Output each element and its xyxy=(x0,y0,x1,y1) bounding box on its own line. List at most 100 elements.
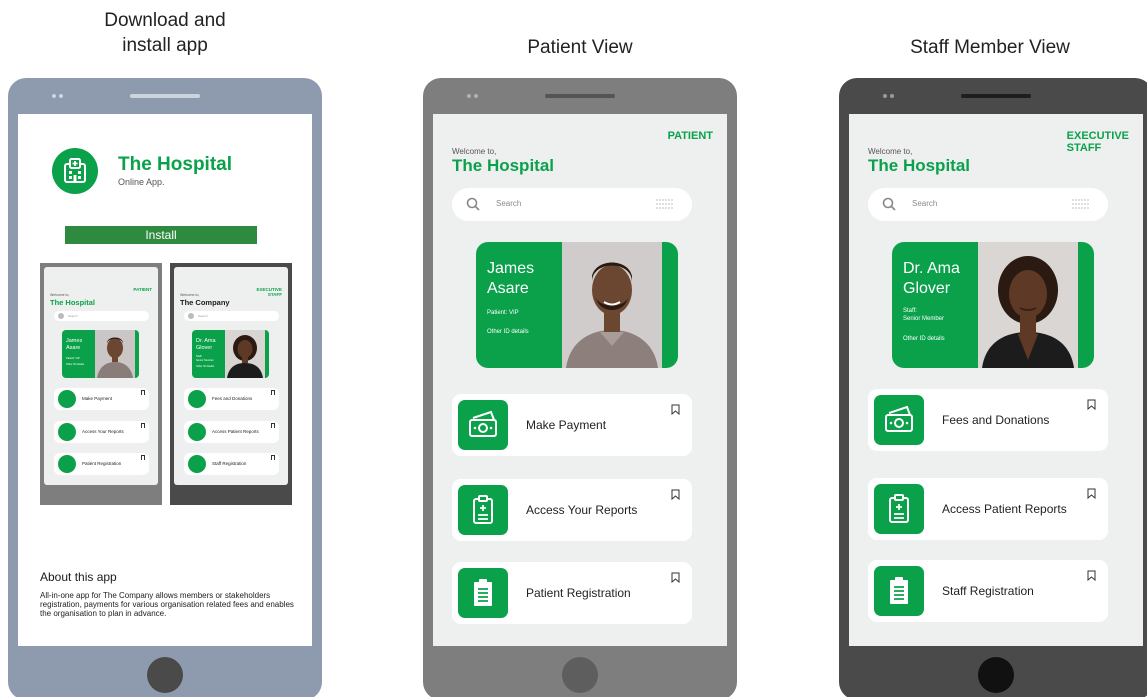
preview-tile: Staff Registration xyxy=(184,453,279,475)
preview-tile: Access Your Reports xyxy=(54,421,149,443)
caption-line-2: install app xyxy=(122,35,208,56)
phone-patient: PATIENT Welcome to, The Hospital Search … xyxy=(423,78,737,697)
preview-title: The Hospital xyxy=(50,298,96,307)
preview-card-name: James Asare xyxy=(66,338,83,351)
bookmark-icon[interactable] xyxy=(1087,570,1096,581)
preview-welcome: Welcome to, xyxy=(50,293,70,297)
patient-id-card[interactable]: James Asare Patient: VIP Other ID details xyxy=(476,242,678,368)
bookmark-icon[interactable] xyxy=(671,572,680,583)
tile-label: Access Patient Reports xyxy=(942,502,1067,516)
staff-photo xyxy=(225,330,265,378)
welcome-text: Welcome to, xyxy=(452,147,497,156)
patient-screen: PATIENT Welcome to, The Hospital Search … xyxy=(433,114,727,646)
phone-top-bar xyxy=(8,78,322,114)
preview-id-card: Dr. Ama Glover Staff: Senior Member Other… xyxy=(192,330,269,378)
preview-screen: PATIENT Welcome to, The Hospital Search … xyxy=(44,267,158,485)
home-button[interactable] xyxy=(562,657,598,693)
staff-registration-tile[interactable]: Staff Registration xyxy=(868,560,1108,622)
camera-dots xyxy=(467,94,478,98)
caption-staff-member-view: Staff Member View xyxy=(910,37,1070,58)
preview-screen: EXECUTIVE STAFF Welcome to, The Company S… xyxy=(174,267,288,485)
preview-welcome: Welcome to, xyxy=(180,293,200,297)
home-button[interactable] xyxy=(978,657,1014,693)
phone-top-bar xyxy=(423,78,737,114)
preview-card-meta: Staff: xyxy=(196,355,203,358)
hospital-logo-icon xyxy=(52,148,98,194)
phone-staff: EXECUTIVE STAFF Welcome to, The Hospital … xyxy=(839,78,1147,697)
filter-icon[interactable] xyxy=(656,199,674,209)
access-patient-reports-tile[interactable]: Access Patient Reports xyxy=(868,478,1108,540)
preview-tile: Make Payment xyxy=(54,388,149,410)
bookmark-icon[interactable] xyxy=(1087,488,1096,499)
home-button[interactable] xyxy=(147,657,183,693)
speaker-slot xyxy=(130,94,200,98)
registration-form-icon xyxy=(458,568,508,618)
access-reports-tile[interactable]: Access Your Reports xyxy=(452,479,692,541)
preview-id-card: James Asare Patient: VIP Other ID details xyxy=(62,330,139,378)
preview-search-placeholder: Search xyxy=(198,314,208,318)
search-bar[interactable]: Search xyxy=(452,188,692,221)
preview-screenshot-staff[interactable]: EXECUTIVE STAFF Welcome to, The Company S… xyxy=(170,263,292,505)
bookmark-icon[interactable] xyxy=(1087,399,1096,410)
preview-card-meta: Other ID details xyxy=(196,365,215,368)
fees-donations-tile[interactable]: Fees and Donations xyxy=(868,389,1108,451)
phone-top-bar xyxy=(839,78,1147,114)
patient-name: James Asare xyxy=(487,260,535,297)
staff-photo xyxy=(978,242,1078,368)
search-placeholder: Search xyxy=(496,199,522,208)
role-badge: PATIENT xyxy=(667,130,713,142)
phone-install: The Hospital Online App. Install PATIENT… xyxy=(8,78,322,697)
search-bar[interactable]: Search xyxy=(868,188,1108,221)
app-subtitle: Online App. xyxy=(118,177,165,187)
registration-form-icon xyxy=(874,566,924,616)
preview-card-meta: Senior Member xyxy=(196,359,214,362)
money-icon xyxy=(458,400,508,450)
about-heading: About this app xyxy=(40,570,117,584)
caption-line-1: Download and xyxy=(104,10,226,31)
preview-search: Search xyxy=(184,311,279,321)
install-screen: The Hospital Online App. Install PATIENT… xyxy=(18,114,312,646)
other-id-details: Other ID details xyxy=(487,329,529,335)
bookmark-icon[interactable] xyxy=(671,404,680,415)
about-text: All-in-one app for The Company allows me… xyxy=(40,591,294,618)
preview-search-placeholder: Search xyxy=(68,314,78,318)
patient-registration-tile[interactable]: Patient Registration xyxy=(452,562,692,624)
speaker-slot xyxy=(545,94,615,98)
preview-screenshot-patient[interactable]: PATIENT Welcome to, The Hospital Search … xyxy=(40,263,162,505)
preview-title: The Company xyxy=(180,298,230,307)
preview-role: PATIENT xyxy=(133,287,152,292)
patient-photo xyxy=(562,242,662,368)
preview-tile: Access Patient Reports xyxy=(184,421,279,443)
staff-rank: Senior Member xyxy=(903,316,945,322)
preview-card-name: Dr. Ama Glover xyxy=(196,338,216,351)
money-icon xyxy=(874,395,924,445)
tile-label: Fees and Donations xyxy=(942,413,1050,427)
install-button[interactable]: Install xyxy=(65,226,257,244)
tile-label: Staff Registration xyxy=(942,584,1034,598)
hospital-title: The Hospital xyxy=(452,156,555,175)
preview-search: Search xyxy=(54,311,149,321)
tile-label: Access Your Reports xyxy=(526,503,638,517)
search-icon xyxy=(882,197,896,211)
other-id-details: Other ID details xyxy=(903,336,945,342)
preview-card-meta: Patient: VIP xyxy=(66,357,80,360)
filter-icon[interactable] xyxy=(1072,199,1090,209)
staff-name: Dr. Ama Glover xyxy=(903,260,960,297)
bookmark-icon[interactable] xyxy=(671,489,680,500)
preview-tile: Fees and Donations xyxy=(184,388,279,410)
staff-id-card[interactable]: Dr. Ama Glover Staff: Senior Member Other… xyxy=(892,242,1094,368)
search-placeholder: Search xyxy=(912,199,938,208)
role-badge: EXECUTIVE STAFF xyxy=(1066,130,1129,154)
clipboard-report-icon xyxy=(458,485,508,535)
make-payment-tile[interactable]: Make Payment xyxy=(452,394,692,456)
search-icon xyxy=(466,197,480,211)
welcome-text: Welcome to, xyxy=(868,147,913,156)
preview-tile: Patient Registration xyxy=(54,453,149,475)
camera-dots xyxy=(52,94,63,98)
patient-status: Patient: VIP xyxy=(487,310,519,316)
staff-label: Staff: xyxy=(903,308,917,314)
app-name: The Hospital xyxy=(118,154,233,175)
clipboard-report-icon xyxy=(874,484,924,534)
preview-card-meta: Other ID details xyxy=(66,363,85,366)
preview-role: EXECUTIVE STAFF xyxy=(256,287,282,297)
